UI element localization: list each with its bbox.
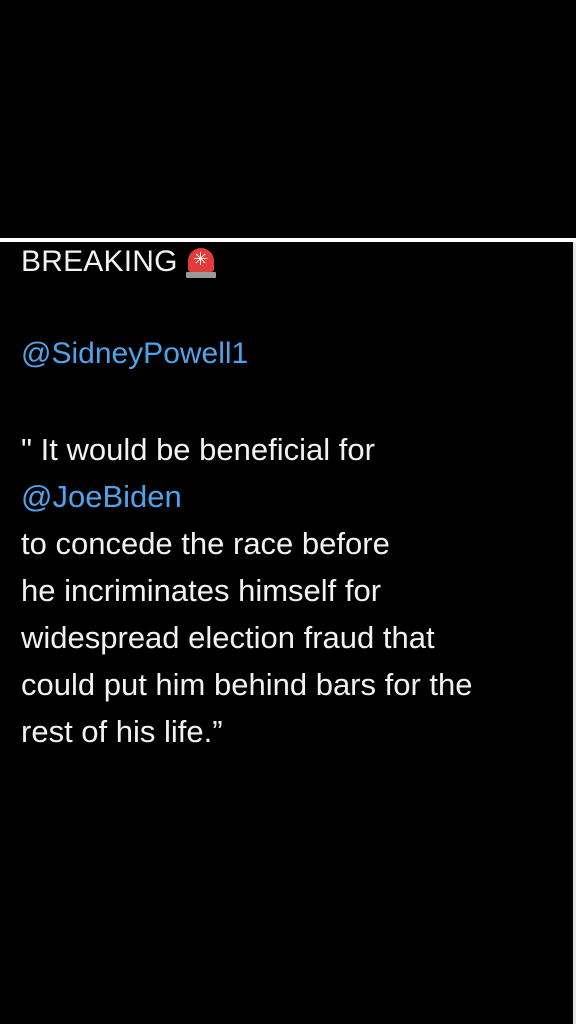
post-body: BREAKING ✳ @SidneyPowell1 " It would be … xyxy=(21,244,571,755)
screenshot-page: BREAKING ✳ @SidneyPowell1 " It would be … xyxy=(0,0,576,1024)
breaking-header: BREAKING ✳ xyxy=(21,244,571,280)
quote-line: widespread election fraud that xyxy=(21,620,435,655)
mention-joebiden[interactable]: @JoeBiden xyxy=(21,473,571,520)
quote-line: could put him behind bars for the xyxy=(21,667,473,702)
quote-line: he incriminates himself for xyxy=(21,573,382,608)
mention-sidneypowell1[interactable]: @SidneyPowell1 xyxy=(21,336,571,372)
breaking-label: BREAKING xyxy=(21,245,178,278)
quote-line: " It would be beneficial for xyxy=(21,432,375,467)
quote-line: rest of his life.” xyxy=(21,714,223,749)
police-siren-icon: ✳ xyxy=(185,248,216,278)
divider-line xyxy=(0,238,576,242)
quote-text: " It would be beneficial for @JoeBiden t… xyxy=(21,426,571,755)
quote-line: to concede the race before xyxy=(21,526,390,561)
